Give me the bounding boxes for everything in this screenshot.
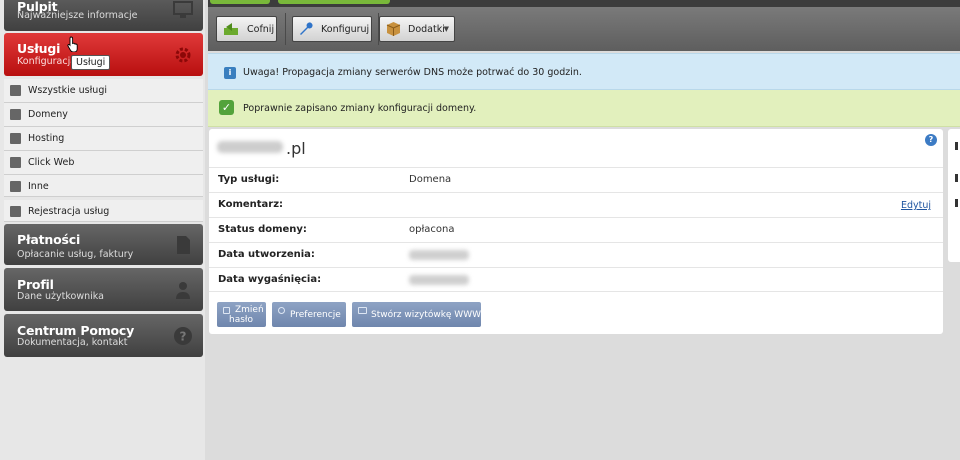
- preferences-button-label: Preferencje: [290, 310, 341, 320]
- menu-pulpit[interactable]: Pulpit Najważniejsze informacje: [4, 0, 203, 31]
- domain-title: .pl: [217, 139, 306, 158]
- hand-cursor-icon: [67, 36, 78, 52]
- change-password-button[interactable]: Zmień hasło: [217, 302, 266, 327]
- help-circle-icon: ?: [174, 327, 192, 345]
- detail-label: Status domeny:: [218, 224, 307, 235]
- sidebar: Pulpit Najważniejsze informacje Usługi K…: [0, 0, 205, 460]
- chevron-down-icon: ▼: [443, 25, 449, 33]
- success-alert: ✓ Poprawnie zapisano zmiany konfiguracji…: [208, 90, 960, 127]
- menu-profil-title: Profil: [17, 277, 54, 292]
- monitor-icon: [173, 1, 193, 18]
- detail-label: Data utworzenia:: [218, 249, 315, 260]
- edit-comment-link[interactable]: Edytuj: [901, 200, 931, 211]
- back-arrow-icon: [224, 23, 238, 35]
- partial-text: [955, 199, 958, 207]
- menu-platnosci-subtitle: Opłacanie usług, faktury: [17, 249, 134, 260]
- wrench-icon: [300, 22, 313, 35]
- sidebar-item-other[interactable]: Inne: [4, 175, 203, 197]
- sidebar-item-label: Hosting: [28, 133, 65, 144]
- plus-icon: [10, 206, 21, 217]
- invoice-icon: [177, 236, 190, 254]
- domain-suffix: .pl: [286, 139, 306, 158]
- addons-dropdown[interactable]: Dodatki ▼: [379, 16, 455, 42]
- server-icon: [10, 133, 21, 144]
- create-website-button-label: Stwórz wizytówkę WWW: [371, 310, 482, 320]
- user-icon: [176, 282, 190, 299]
- detail-row-status: Status domeny: opłacona: [209, 217, 943, 242]
- sidebar-item-label: Wszystkie usługi: [28, 85, 107, 96]
- detail-label: Komentarz:: [218, 199, 284, 210]
- web-icon: [10, 157, 21, 168]
- sidebar-item-label: Inne: [28, 181, 49, 192]
- document-icon: [10, 85, 21, 96]
- menu-profil-subtitle: Dane użytkownika: [17, 291, 104, 302]
- menu-platnosci[interactable]: Płatności Opłacanie usług, faktury: [4, 224, 203, 265]
- detail-value: Domena: [409, 174, 452, 185]
- back-button-label: Cofnij: [247, 24, 275, 35]
- help-icon[interactable]: ?: [925, 134, 937, 146]
- menu-uslugi-title: Usługi: [17, 41, 61, 56]
- top-tab[interactable]: [278, 0, 390, 4]
- partial-text: [955, 174, 958, 182]
- success-alert-text: Poprawnie zapisano zmiany konfiguracji d…: [243, 103, 477, 114]
- domain-icon: [10, 109, 21, 120]
- menu-profil[interactable]: Profil Dane użytkownika: [4, 268, 203, 311]
- menu-pomoc[interactable]: Centrum Pomocy Dokumentacja, kontakt ?: [4, 314, 203, 357]
- configure-button[interactable]: Konfiguruj: [292, 16, 372, 42]
- gear-icon: [175, 47, 191, 63]
- info-icon: i: [224, 67, 236, 79]
- menu-pulpit-subtitle: Najważniejsze informacje: [17, 10, 138, 21]
- detail-row-type: Typ usługi: Domena: [209, 167, 943, 192]
- blurred-date: [409, 275, 469, 285]
- detail-row-expiry: Data wygaśnięcia:: [209, 267, 943, 292]
- info-alert-text: Uwaga! Propagacja zmiany serwerów DNS mo…: [243, 67, 582, 78]
- arrow-icon: [10, 181, 21, 192]
- top-tabs-strip: [208, 0, 960, 7]
- svg-text:?: ?: [180, 330, 187, 344]
- configure-button-label: Konfiguruj: [321, 24, 370, 35]
- addons-dropdown-label: Dodatki: [408, 24, 445, 35]
- partial-text: [955, 142, 958, 150]
- box-icon: [386, 22, 401, 36]
- toolbar-separator: [285, 13, 286, 45]
- blurred-domain-name: [217, 141, 283, 153]
- detail-row-comment: Komentarz: Edytuj: [209, 192, 943, 217]
- sidebar-item-register[interactable]: Rejestracja usług: [4, 200, 203, 222]
- card-icon: [358, 307, 367, 314]
- menu-pomoc-subtitle: Dokumentacja, kontakt: [17, 337, 128, 348]
- sidebar-item-label: Domeny: [28, 109, 68, 120]
- sidebar-item-domains[interactable]: Domeny: [4, 103, 203, 127]
- sidebar-item-label: Click Web: [28, 157, 75, 168]
- lock-icon: [223, 307, 230, 314]
- info-alert: i Uwaga! Propagacja zmiany serwerów DNS …: [208, 53, 960, 90]
- change-password-label-1: Zmień: [235, 305, 264, 315]
- detail-label: Typ usługi:: [218, 174, 280, 185]
- menu-uslugi-subtitle: Konfiguracja: [17, 56, 77, 67]
- domain-panel: .pl ? Typ usługi: Domena Komentarz: Edyt…: [209, 129, 943, 334]
- create-website-button[interactable]: Stwórz wizytówkę WWW: [352, 302, 481, 327]
- detail-value: opłacona: [409, 224, 455, 235]
- check-icon: ✓: [219, 100, 234, 115]
- blurred-date: [409, 250, 469, 260]
- sidebar-item-all-services[interactable]: Wszystkie usługi: [4, 79, 203, 103]
- side-panel-partial: [948, 129, 960, 262]
- detail-label: Data wygaśnięcia:: [218, 274, 322, 285]
- back-button[interactable]: Cofnij: [216, 16, 277, 42]
- preferences-button[interactable]: Preferencje: [272, 302, 346, 327]
- sidebar-item-hosting[interactable]: Hosting: [4, 127, 203, 151]
- change-password-label-2: hasło: [229, 315, 253, 325]
- sidebar-item-click-web[interactable]: Click Web: [4, 151, 203, 175]
- menu-platnosci-title: Płatności: [17, 232, 81, 247]
- gear-icon: [278, 307, 285, 314]
- detail-row-created: Data utworzenia:: [209, 242, 943, 267]
- toolbar: Cofnij Konfiguruj Dodatki ▼: [208, 7, 960, 51]
- menu-pomoc-title: Centrum Pomocy: [17, 323, 135, 338]
- tooltip-uslugi: Usługi: [71, 55, 111, 70]
- top-tab[interactable]: [210, 0, 270, 4]
- sidebar-item-label: Rejestracja usług: [28, 206, 110, 217]
